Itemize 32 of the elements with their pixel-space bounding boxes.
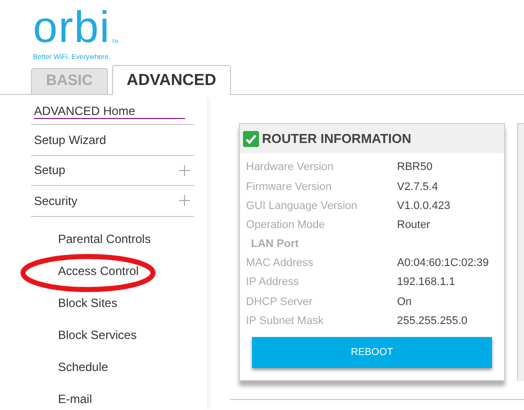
field-label: Firmware Version (246, 180, 333, 195)
tab[interactable]: ADVANCED (112, 65, 232, 95)
field-label: IP Address (246, 275, 300, 290)
plus-icon[interactable] (179, 164, 190, 176)
field-label: MAC Address (246, 256, 314, 272)
field-label: GUI Language Version (246, 198, 358, 214)
field-label: Operation Mode (246, 218, 326, 233)
sidebar-item[interactable]: Setup Wizard (34, 130, 106, 149)
sidebar-subitem[interactable]: Block Sites (58, 294, 118, 312)
sidebar-subitem[interactable]: E-mail (58, 390, 92, 408)
field-value: A0:04:60:1C:02:39 (397, 256, 489, 272)
card-title: ROUTER INFORMATION (262, 130, 412, 148)
sidebar-item[interactable]: Setup (34, 161, 66, 180)
field-value: RBR50 (397, 160, 432, 176)
field-value: 255.255.255.0 (397, 314, 468, 329)
field-label: IP Subnet Mask (246, 314, 324, 329)
check-icon (243, 130, 259, 146)
field-value: Router (397, 218, 430, 233)
sidebar-subitem[interactable]: Parental Controls (58, 230, 151, 248)
section-label: LAN Port (250, 237, 299, 252)
sidebar-item[interactable]: Security (34, 192, 78, 210)
field-value: V2.7.5.4 (397, 180, 438, 195)
field-label: DHCP Server (246, 294, 314, 310)
field-value: V1.0.0.423 (397, 198, 450, 214)
field-label: Hardware Version (246, 160, 334, 176)
sidebar-link[interactable]: ADVANCED Home (34, 104, 185, 119)
field-value: On (397, 294, 412, 310)
logo-wordmark: orbi (33, 8, 110, 48)
sidebar-subitem[interactable]: Block Services (58, 326, 137, 344)
sidebar-subitem[interactable]: Schedule (58, 358, 108, 376)
field-value: 192.168.1.1 (397, 275, 456, 290)
plus-icon[interactable] (179, 195, 190, 206)
